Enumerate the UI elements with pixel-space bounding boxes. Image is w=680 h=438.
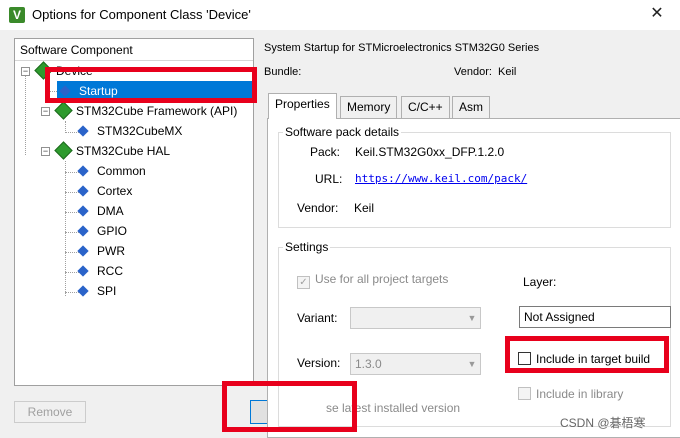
component-description: System Startup for STMicroelectronics ST… (264, 42, 540, 54)
component-icon (77, 165, 89, 177)
tree-node-label: SPI (97, 284, 117, 298)
tree-node-label: PWR (97, 244, 125, 258)
tree-node-label: STM32Cube HAL (76, 144, 171, 158)
tab-properties[interactable]: Properties (268, 93, 337, 119)
chevron-down-icon: ▼ (467, 313, 477, 323)
version-value: 1.3.0 (355, 357, 382, 371)
tree-node-label: STM32CubeMX (97, 124, 183, 138)
tree-node-label: GPIO (97, 224, 128, 238)
variant-select[interactable]: ▼ (350, 307, 481, 329)
tree-node-label: DMA (97, 204, 124, 218)
tree-node-stm32cube-framework[interactable]: − STM32Cube Framework (API) (41, 101, 237, 121)
window-title: Options for Component Class 'Device' (32, 7, 251, 22)
tree-node-label: STM32Cube Framework (API) (76, 104, 238, 118)
vendor-label: Vendor: (454, 66, 492, 78)
tree-node-rcc[interactable]: RCC (77, 261, 123, 281)
tree-node-label: Common (97, 164, 146, 178)
collapse-toggle[interactable]: − (41, 107, 50, 116)
collapse-toggle[interactable]: − (41, 147, 50, 156)
chevron-down-icon: ▼ (467, 359, 477, 369)
tree-node-stm32cube-hal[interactable]: − STM32Cube HAL (41, 141, 170, 161)
package-icon (54, 101, 73, 120)
include-library-checkbox[interactable] (518, 387, 531, 400)
remove-button[interactable]: Remove (14, 401, 86, 423)
app-icon: V (9, 7, 25, 23)
tree-node-common[interactable]: Common (77, 161, 146, 181)
tree-header: Software Component (15, 39, 253, 61)
tree-node-cortex[interactable]: Cortex (77, 181, 133, 201)
component-icon (77, 245, 89, 257)
package-icon (54, 141, 73, 160)
pack-value: Keil.STM32G0xx_DFP.1.2.0 (355, 145, 505, 159)
tree-node-pwr[interactable]: PWR (77, 241, 125, 261)
use-all-targets-label: Use for all project targets (315, 272, 449, 286)
highlight-startup (45, 67, 257, 103)
layer-label: Layer: (523, 275, 557, 289)
component-icon (77, 285, 89, 297)
component-icon (77, 185, 89, 197)
tree-node-dma[interactable]: DMA (77, 201, 124, 221)
use-all-targets-checkbox[interactable]: ✓ (297, 276, 310, 289)
include-library-label: Include in library (536, 387, 624, 401)
tab-asm[interactable]: Asm (452, 96, 490, 118)
url-label: URL: (315, 172, 343, 186)
title-bar: V Options for Component Class 'Device' ✕ (0, 0, 680, 30)
layer-value: Not Assigned (524, 310, 595, 324)
version-label: Version: (297, 356, 341, 370)
collapse-toggle[interactable]: − (21, 67, 30, 76)
layer-select[interactable]: Not Assigned (519, 306, 671, 328)
bundle-label: Bundle: (264, 66, 302, 78)
use-all-targets-option[interactable]: ✓ Use for all project targets (297, 272, 448, 289)
tree-node-gpio[interactable]: GPIO (77, 221, 128, 241)
component-icon (77, 225, 89, 237)
tree-node-stm32cubemx[interactable]: STM32CubeMX (77, 121, 183, 141)
variant-label: Variant: (297, 311, 338, 325)
vendor-value: Keil (498, 66, 517, 78)
tree-node-label: Cortex (97, 184, 133, 198)
tab-memory[interactable]: Memory (340, 96, 398, 118)
pack-vendor-label: Vendor: (297, 201, 339, 215)
pack-label: Pack: (310, 145, 341, 159)
component-icon (77, 125, 89, 137)
tab-c-cpp[interactable]: C/C++ (401, 96, 450, 118)
close-icon[interactable]: ✕ (646, 4, 668, 24)
version-select[interactable]: 1.3.0 ▼ (350, 353, 481, 375)
component-icon (77, 265, 89, 277)
pack-url-link[interactable]: https://www.keil.com/pack/ (355, 172, 527, 185)
component-icon (77, 205, 89, 217)
highlight-ok-button (222, 381, 357, 432)
watermark: CSDN @碁梧寒 (560, 416, 646, 430)
pack-details-title: Software pack details (283, 125, 402, 139)
settings-title: Settings (283, 240, 331, 254)
tree-node-spi[interactable]: SPI (77, 281, 117, 301)
tree-node-label: RCC (97, 264, 123, 278)
highlight-include-build (505, 336, 669, 373)
pack-vendor-value: Keil (354, 201, 375, 215)
include-library-option[interactable]: Include in library (518, 387, 623, 401)
